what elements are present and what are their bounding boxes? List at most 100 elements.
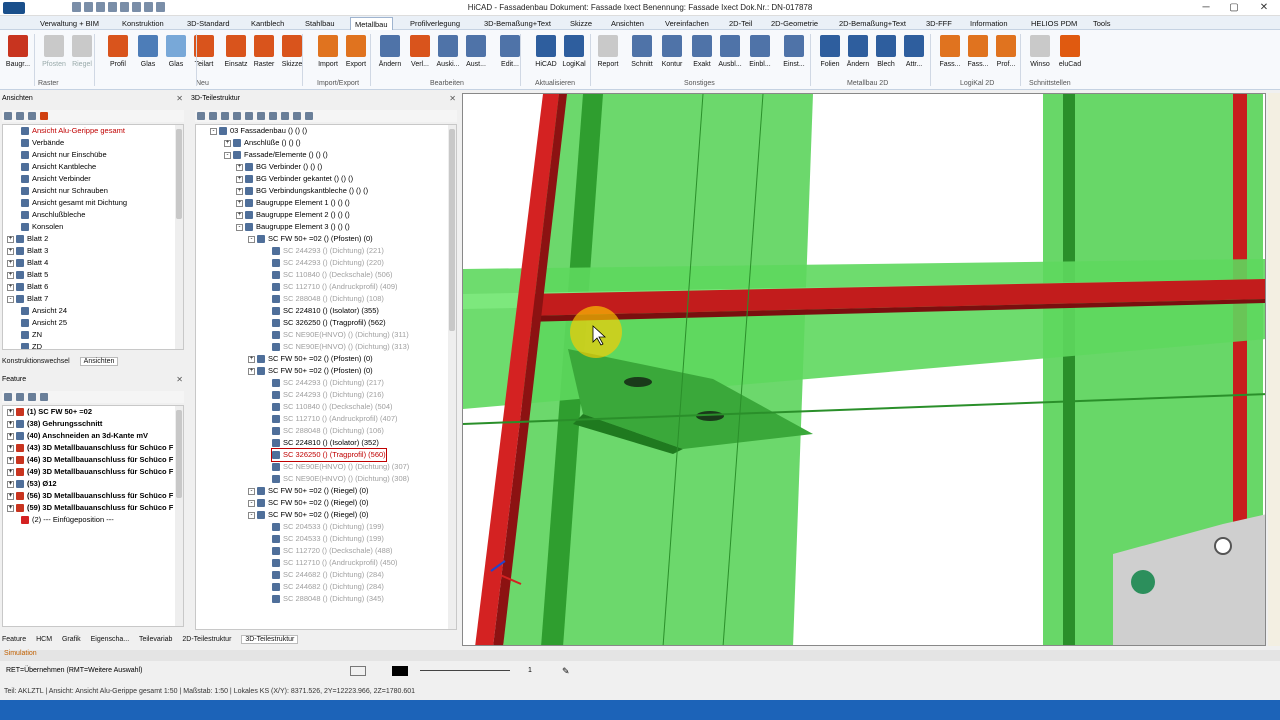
- expand-icon[interactable]: +: [7, 456, 14, 464]
- exakt-button[interactable]: Exakt: [688, 35, 716, 77]
- ansicht-item[interactable]: Konsolen: [21, 221, 63, 233]
- sort-icon[interactable]: [16, 393, 24, 401]
- blech-button[interactable]: Blech: [872, 35, 900, 77]
- feature-item[interactable]: + (56) 3D Metallbauanschluss für Schüco F: [7, 490, 173, 502]
- structure-item[interactable]: SC NE90E(HNVO) () (Dichtung) (308): [272, 473, 409, 485]
- expand-icon[interactable]: +: [236, 163, 243, 171]
- tab-skizze[interactable]: Skizze: [570, 17, 592, 30]
- tab-information[interactable]: Information: [970, 17, 1008, 30]
- structure-item[interactable]: - Baugruppe Element 3 () () (): [236, 221, 350, 233]
- riegel-button[interactable]: Riegel: [68, 35, 96, 77]
- structure-item[interactable]: - SC FW 50+ =02 () (Pfosten) (0): [248, 233, 373, 245]
- filter-icon[interactable]: [4, 393, 12, 401]
- feature-item[interactable]: + (59) 3D Metallbauanschluss für Schüco F: [7, 502, 173, 514]
- structure-item[interactable]: + Anschlüße () () (): [224, 137, 301, 149]
- austauschen-button[interactable]: Aust...: [462, 35, 490, 77]
- collapse-icon[interactable]: [233, 112, 241, 120]
- structure-item[interactable]: SC 326250 () (Tragprofil) (560): [271, 448, 387, 462]
- tab-3d-bemassung[interactable]: 3D-Bemaßung+Text: [484, 17, 551, 30]
- settings-icon[interactable]: [305, 112, 313, 120]
- einstellungen-button[interactable]: Einst...: [780, 35, 808, 77]
- vertical-scrollbar[interactable]: [175, 406, 183, 626]
- expand-icon[interactable]: +: [7, 444, 14, 452]
- structure-item[interactable]: SC 244293 () (Dichtung) (216): [272, 389, 384, 401]
- expand-icon[interactable]: +: [7, 259, 14, 267]
- expand-icon[interactable]: +: [224, 139, 231, 147]
- panel-close-icon[interactable]: ✕: [449, 93, 456, 104]
- einblenden-button[interactable]: Einbl...: [746, 35, 774, 77]
- feature-item[interactable]: + (40) Anschneiden an 3d-Kante mV: [7, 430, 148, 442]
- tab-hcm[interactable]: HCM: [36, 636, 52, 643]
- filter-icon[interactable]: [209, 112, 217, 120]
- fassade-2-button[interactable]: Fass...: [964, 35, 992, 77]
- expand-icon[interactable]: +: [7, 235, 14, 243]
- folien-button[interactable]: Folien: [816, 35, 844, 77]
- ansicht-item[interactable]: Ansicht Alu-Gerippe gesamt: [21, 125, 125, 137]
- import-button[interactable]: Import: [314, 35, 342, 77]
- ausblenden-button[interactable]: Ausbl...: [716, 35, 744, 77]
- tab-eigenschaften[interactable]: Eigenscha...: [91, 636, 130, 643]
- ansicht-item[interactable]: Ansicht 25: [21, 317, 67, 329]
- panel-close-icon[interactable]: ✕: [176, 374, 183, 385]
- collapse-icon[interactable]: -: [7, 295, 14, 303]
- expand-icon[interactable]: +: [7, 480, 14, 488]
- structure-item[interactable]: - SC FW 50+ =02 () (Riegel) (0): [248, 509, 368, 521]
- layer-value[interactable]: 1: [528, 664, 532, 678]
- level-icon[interactable]: [281, 112, 289, 120]
- ansicht-item[interactable]: ZN: [21, 329, 42, 341]
- einsatz-button[interactable]: Einsatz: [222, 35, 250, 77]
- attribute-button[interactable]: Attr...: [900, 35, 928, 77]
- tab-2d-bemassung[interactable]: 2D-Bemaßung+Text: [839, 17, 906, 30]
- tab-verwaltung[interactable]: Verwaltung + BIM: [40, 17, 99, 30]
- color-swatch[interactable]: [392, 666, 408, 676]
- report-button[interactable]: Report: [594, 35, 622, 77]
- expand-icon[interactable]: +: [7, 504, 14, 512]
- structure-item[interactable]: SC 110840 () (Deckschale) (506): [272, 269, 393, 281]
- arrow-up-icon[interactable]: [28, 112, 36, 120]
- aendern-button[interactable]: Ändern: [376, 35, 404, 77]
- tab-tools[interactable]: Tools: [1093, 17, 1111, 30]
- expand-icon[interactable]: +: [7, 492, 14, 500]
- simulation-bar[interactable]: Simulation: [0, 650, 1280, 661]
- structure-item[interactable]: SC NE90E(HNVO) () (Dichtung) (311): [272, 329, 409, 341]
- ansicht-item[interactable]: + Blatt 4: [7, 257, 48, 269]
- linetype-selector[interactable]: [420, 670, 510, 671]
- home-icon[interactable]: [197, 112, 205, 120]
- ansicht-item[interactable]: Anschlußbleche: [21, 209, 85, 221]
- tab-2d-geometrie[interactable]: 2D-Geometrie: [771, 17, 818, 30]
- structure-item[interactable]: SC 288048 () (Dichtung) (106): [272, 425, 384, 437]
- feature-item[interactable]: + (49) 3D Metallbauanschluss für Schüco F: [7, 466, 173, 478]
- expand-icon[interactable]: +: [236, 175, 243, 183]
- expand-icon[interactable]: +: [7, 408, 14, 416]
- glas-2-button[interactable]: Glas: [162, 35, 190, 77]
- structure-item[interactable]: SC 112710 () (Andruckprofil) (407): [272, 413, 398, 425]
- expand-icon[interactable]: +: [7, 283, 14, 291]
- ansicht-item[interactable]: Ansicht 24: [21, 305, 67, 317]
- minimize-button[interactable]: ─: [1192, 0, 1220, 16]
- structure-item[interactable]: SC 244682 () (Dichtung) (284): [272, 569, 384, 581]
- ansicht-item[interactable]: + Blatt 6: [7, 281, 48, 293]
- ansicht-item[interactable]: + Blatt 5: [7, 269, 48, 281]
- structure-item[interactable]: SC 112710 () (Andruckprofil) (450): [272, 557, 398, 569]
- tab-feature[interactable]: Feature: [2, 636, 26, 643]
- collapse-icon[interactable]: -: [224, 151, 231, 159]
- arrow-down-icon[interactable]: [40, 112, 48, 120]
- tree-icon[interactable]: [269, 112, 277, 120]
- tab-grafik[interactable]: Grafik: [62, 636, 81, 643]
- feature-item[interactable]: + (53) Ø12: [7, 478, 57, 490]
- arrow-up-icon[interactable]: [28, 393, 36, 401]
- structure-item[interactable]: SC 112710 () (Andruckprofil) (409): [272, 281, 398, 293]
- structure-item[interactable]: - 03 Fassadenbau () () (): [210, 125, 307, 137]
- tab-konstruktion[interactable]: Konstruktion: [122, 17, 164, 30]
- structure-item[interactable]: + BG Verbinder () () (): [236, 161, 322, 173]
- fassade-1-button[interactable]: Fass...: [936, 35, 964, 77]
- structure-item[interactable]: SC 326250 () (Tragprofil) (562): [272, 317, 386, 329]
- structure-item[interactable]: SC 288048 () (Dichtung) (345): [272, 593, 384, 605]
- structure-item[interactable]: SC 244682 () (Dichtung) (284): [272, 581, 384, 593]
- schnitt-button[interactable]: Schnitt: [628, 35, 656, 77]
- scrollbar-thumb[interactable]: [176, 410, 182, 498]
- logikal-button[interactable]: LogiKal: [560, 35, 588, 77]
- filter-icon[interactable]: [4, 112, 12, 120]
- structure-item[interactable]: - SC FW 50+ =02 () (Riegel) (0): [248, 497, 368, 509]
- tab-helios-pdm[interactable]: HELIOS PDM: [1031, 17, 1077, 30]
